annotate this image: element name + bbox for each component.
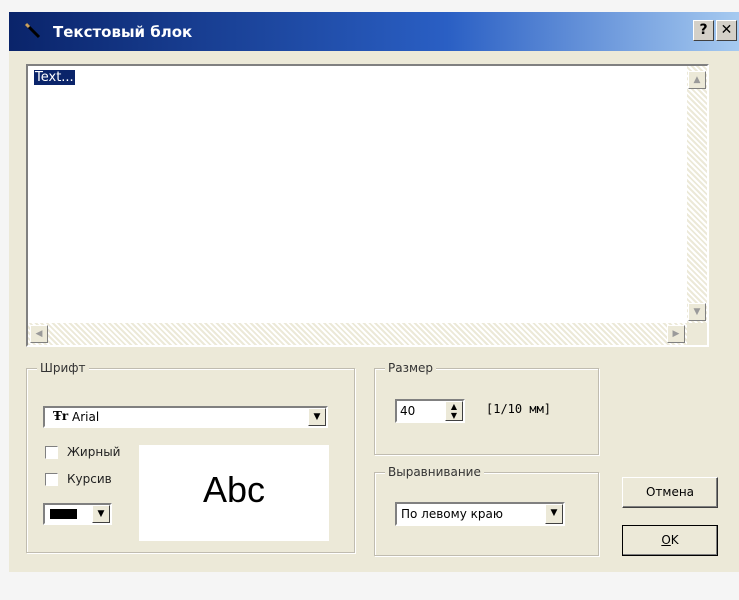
color-swatch: [50, 509, 77, 519]
italic-checkbox[interactable]: [45, 473, 58, 486]
alignment-group: Выравнивание По левому краю ▼: [374, 465, 599, 556]
size-input[interactable]: 40 ▲ ▼: [395, 399, 465, 423]
editor-text[interactable]: Text...: [34, 70, 75, 85]
truetype-font-icon: Ŧr: [53, 409, 69, 423]
ok-label-rest: K: [670, 533, 679, 547]
font-select-value: Arial: [72, 410, 100, 424]
text-editor[interactable]: Text... ▲ ▼ ◀ ▶: [26, 64, 709, 347]
help-button[interactable]: ?: [693, 20, 714, 41]
font-group: Шрифт Ŧr Arial ▼ Жирный Курсив ▼ Abc: [26, 361, 355, 553]
window-title: Текстовый блок: [53, 23, 193, 41]
chevron-down-icon[interactable]: ▼: [92, 505, 110, 523]
alignment-select[interactable]: По левому краю ▼: [395, 502, 565, 526]
text-block-dialog: Текстовый блок ? ✕ Text... ▲ ▼ ◀ ▶ Шрифт…: [9, 12, 739, 572]
font-preview: Abc: [139, 445, 329, 541]
scroll-down-icon[interactable]: ▼: [688, 303, 706, 321]
horizontal-scrollbar[interactable]: ◀ ▶: [28, 323, 687, 345]
chevron-down-icon[interactable]: ▼: [308, 408, 326, 426]
bold-checkbox[interactable]: [45, 446, 58, 459]
spin-arrows-icon[interactable]: ▲ ▼: [445, 401, 463, 421]
title-bar[interactable]: Текстовый блок ? ✕: [9, 12, 739, 51]
close-button[interactable]: ✕: [716, 20, 737, 41]
chevron-down-icon[interactable]: ▼: [545, 504, 563, 524]
font-select[interactable]: Ŧr Arial ▼: [43, 406, 328, 428]
cancel-button[interactable]: Отмена: [622, 477, 718, 508]
alignment-group-label: Выравнивание: [385, 465, 484, 479]
color-select[interactable]: ▼: [43, 503, 112, 525]
scrollbar-corner: [687, 323, 707, 345]
size-unit-label: [1/10 мм]: [486, 402, 552, 416]
italic-label: Курсив: [67, 472, 112, 486]
pencil-icon: [24, 22, 41, 39]
font-group-label: Шрифт: [37, 361, 89, 375]
ok-button[interactable]: OK: [622, 525, 718, 556]
vertical-scrollbar[interactable]: ▲ ▼: [687, 66, 707, 323]
scroll-left-icon[interactable]: ◀: [30, 325, 48, 343]
font-preview-text: Abc: [202, 469, 266, 510]
scroll-up-icon[interactable]: ▲: [688, 71, 706, 89]
bold-label: Жирный: [67, 445, 121, 459]
size-group-label: Размер: [385, 361, 437, 375]
ok-mnemonic: O: [661, 533, 671, 547]
alignment-select-value: По левому краю: [401, 507, 503, 521]
size-value[interactable]: 40: [400, 404, 415, 418]
scroll-right-icon[interactable]: ▶: [667, 325, 685, 343]
size-group: Размер 40 ▲ ▼ [1/10 мм]: [374, 361, 599, 455]
